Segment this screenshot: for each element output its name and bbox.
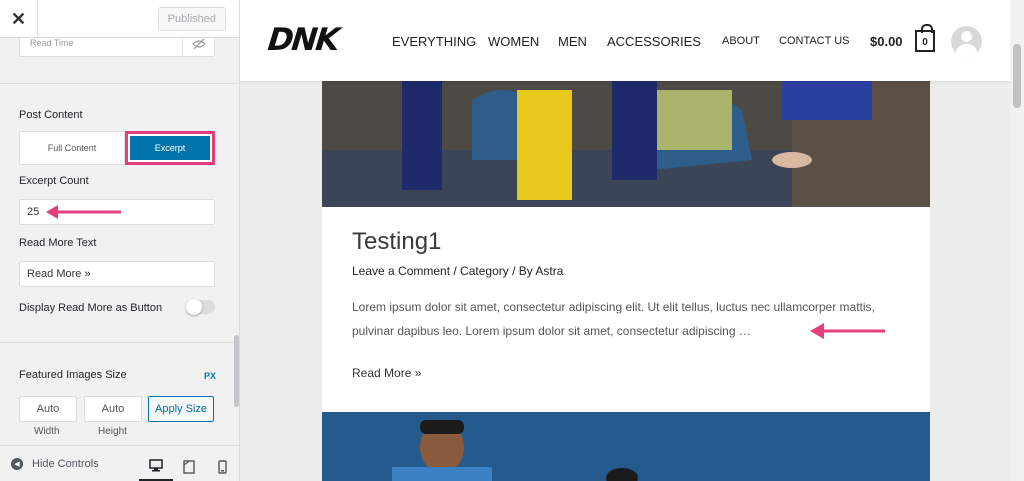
post-card: Testing1 Leave a Comment / Category / By… [322, 207, 930, 412]
cart-icon[interactable]: 0 [915, 24, 935, 52]
featured-images-size-label: Featured Images Size [19, 369, 127, 381]
read-more-text-label: Read More Text [19, 237, 97, 249]
full-content-option[interactable]: Full Content [19, 131, 125, 165]
cart-total[interactable]: $0.00 [870, 34, 903, 49]
image-width-input[interactable]: Auto [19, 396, 77, 422]
nav-item-contact-us[interactable]: CONTACT US [779, 35, 850, 47]
site-header: DNK EVERYTHING WOMEN MEN ACCESSORIES ABO… [240, 0, 1010, 81]
nav-item-women[interactable]: WOMEN [488, 34, 539, 49]
arrow-left-icon [46, 205, 121, 219]
page-scrollbar-thumb[interactable] [1013, 44, 1021, 108]
cart-count: 0 [922, 37, 928, 48]
post-content-toggle: Full Content Excerpt [19, 131, 215, 165]
page-scrollbar[interactable] [1010, 0, 1024, 481]
customizer-sidebar: Read Time ✕ Published Post Content Full … [0, 0, 240, 481]
nav-item-everything[interactable]: EVERYTHING [392, 34, 476, 49]
site-logo[interactable]: DNK [266, 22, 339, 58]
apply-size-button[interactable]: Apply Size [148, 396, 214, 422]
published-button[interactable]: Published [157, 7, 226, 31]
read-more-text-input[interactable]: Read More » [19, 261, 215, 287]
excerpt-option[interactable]: Excerpt [125, 131, 215, 165]
nav-item-about[interactable]: ABOUT [722, 35, 760, 47]
post-title[interactable]: Testing1 [352, 228, 441, 256]
nav-item-men[interactable]: MEN [558, 34, 587, 49]
site-preview: DNK EVERYTHING WOMEN MEN ACCESSORIES ABO… [240, 0, 1010, 481]
hide-controls-button[interactable]: ◀ Hide Controls [11, 458, 99, 470]
sidebar-scrollbar[interactable] [234, 335, 239, 407]
customizer-footer: ◀ Hide Controls [0, 445, 239, 481]
width-caption: Width [34, 426, 60, 437]
close-icon[interactable]: ✕ [0, 0, 38, 38]
post-content-label: Post Content [19, 109, 83, 121]
section-divider [0, 83, 239, 84]
unit-px-link[interactable]: PX [204, 371, 216, 381]
nav-item-accessories[interactable]: ACCESSORIES [607, 34, 701, 49]
tablet-preview-icon[interactable] [172, 452, 206, 481]
excerpt-option-label: Excerpt [128, 134, 212, 162]
image-height-input[interactable]: Auto [84, 396, 142, 422]
chevron-left-icon: ◀ [11, 458, 23, 470]
user-avatar[interactable] [951, 26, 982, 57]
excerpt-count-label: Excerpt Count [19, 175, 89, 187]
read-more-link[interactable]: Read More » [352, 366, 421, 380]
display-read-more-toggle[interactable] [186, 299, 215, 315]
section-divider [0, 342, 239, 343]
desktop-preview-icon[interactable] [139, 452, 173, 481]
next-post-featured-image[interactable] [322, 412, 930, 481]
hide-controls-label: Hide Controls [32, 458, 99, 470]
arrow-left-icon [810, 323, 885, 339]
height-caption: Height [98, 426, 127, 437]
display-read-more-button-label: Display Read More as Button [19, 302, 163, 314]
mobile-preview-icon[interactable] [205, 452, 239, 481]
read-time-label: Read Time [30, 38, 74, 48]
customizer-header: ✕ Published [0, 0, 239, 38]
post-meta: Leave a Comment / Category / By Astra [352, 264, 564, 278]
